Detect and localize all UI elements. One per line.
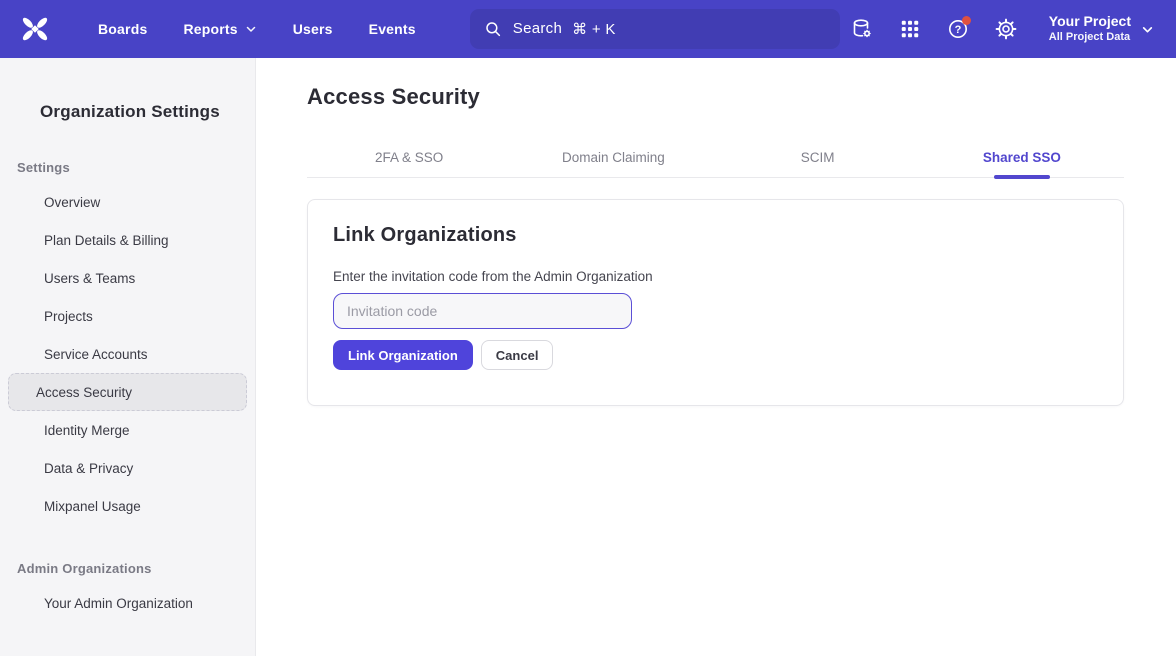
project-name: Your Project [1049,13,1131,31]
project-subtitle: All Project Data [1049,31,1131,45]
tab-scim[interactable]: SCIM [716,146,920,177]
invitation-code-input[interactable] [333,293,632,329]
mixpanel-logo-icon [19,13,51,45]
apps-grid-button[interactable] [891,10,929,48]
tab-bar: 2FA & SSO Domain Claiming SCIM Shared SS… [307,146,1124,178]
sidebar-item-service-accounts[interactable]: Service Accounts [8,335,247,373]
nav-item-label: Boards [98,21,147,37]
help-button[interactable]: ? [939,10,977,48]
sidebar-item-access-security[interactable]: Access Security [8,373,247,411]
org-settings-sidebar: Organization Settings Settings Overview … [0,58,256,656]
card-button-row: Link Organization Cancel [333,340,1098,370]
database-gear-icon [850,17,874,41]
chevron-down-icon [1141,23,1154,36]
notification-dot [962,16,971,25]
page-title: Access Security [307,84,1124,110]
main-content: Access Security 2FA & SSO Domain Claimin… [256,58,1176,656]
invitation-code-label: Enter the invitation code from the Admin… [333,269,1098,284]
project-texts: Your Project All Project Data [1049,13,1131,44]
sidebar-item-data-privacy[interactable]: Data & Privacy [8,449,247,487]
nav-item-reports[interactable]: Reports [169,13,270,45]
link-organizations-card: Link Organizations Enter the invitation … [307,199,1124,406]
sidebar-item-users-teams[interactable]: Users & Teams [8,259,247,297]
sidebar-item-projects[interactable]: Projects [8,297,247,335]
sidebar-item-overview[interactable]: Overview [8,183,247,221]
tab-2fa-sso[interactable]: 2FA & SSO [307,146,511,177]
search-placeholder: Search ⌘ + K [513,20,616,38]
primary-nav: Boards Reports Users Events [84,13,430,45]
nav-item-users[interactable]: Users [279,13,347,45]
tab-domain-claiming[interactable]: Domain Claiming [511,146,715,177]
nav-item-label: Events [369,21,416,37]
link-organization-button[interactable]: Link Organization [333,340,473,370]
svg-text:?: ? [954,24,961,36]
nav-item-label: Reports [183,21,237,37]
data-management-button[interactable] [843,10,881,48]
sidebar-section-admin-organizations: Admin Organizations [17,561,255,576]
sidebar-section-settings: Settings [17,160,255,175]
sidebar-item-mixpanel-usage[interactable]: Mixpanel Usage [8,487,247,525]
tab-shared-sso[interactable]: Shared SSO [920,146,1124,177]
apps-grid-icon [899,18,921,40]
cancel-button[interactable]: Cancel [481,340,554,370]
nav-item-events[interactable]: Events [355,13,430,45]
nav-item-boards[interactable]: Boards [84,13,161,45]
navbar-right-cluster: ? Your Project All Project Data [843,9,1160,48]
search-input[interactable]: Search ⌘ + K [470,9,840,49]
nav-item-label: Users [293,21,333,37]
sidebar-item-plan-details-billing[interactable]: Plan Details & Billing [8,221,247,259]
gear-icon [994,17,1018,41]
sidebar-title: Organization Settings [40,102,255,122]
search-icon [484,20,502,38]
mixpanel-logo[interactable] [18,12,52,46]
card-title: Link Organizations [333,224,1098,247]
top-navbar: Boards Reports Users Events Search ⌘ + K [0,0,1176,58]
project-switcher[interactable]: Your Project All Project Data [1043,9,1160,48]
chevron-down-icon [245,23,257,35]
sidebar-item-your-admin-organization[interactable]: Your Admin Organization [8,584,247,622]
settings-button[interactable] [987,10,1025,48]
sidebar-item-identity-merge[interactable]: Identity Merge [8,411,247,449]
